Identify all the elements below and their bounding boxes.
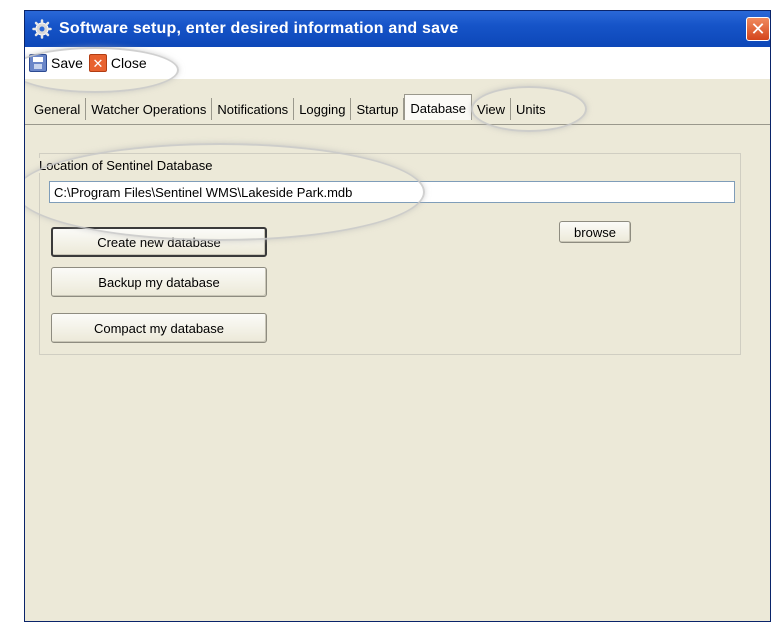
create-database-button[interactable]: Create new database xyxy=(51,227,267,257)
backup-database-button[interactable]: Backup my database xyxy=(51,267,267,297)
save-button[interactable]: Save xyxy=(29,54,83,72)
gear-icon xyxy=(31,18,53,40)
tab-watcher-operations[interactable]: Watcher Operations xyxy=(86,98,213,120)
tab-strip: General Watcher Operations Notifications… xyxy=(29,94,568,120)
tab-general[interactable]: General xyxy=(29,98,87,120)
tab-view[interactable]: View xyxy=(472,98,511,120)
tab-notifications[interactable]: Notifications xyxy=(212,98,295,120)
close-icon: ✕ xyxy=(88,54,107,72)
database-path-input[interactable] xyxy=(49,181,735,203)
tab-logging[interactable]: Logging xyxy=(294,98,352,120)
window-close-button[interactable]: ✕ xyxy=(746,17,770,41)
browse-button[interactable]: browse xyxy=(559,221,631,243)
toolbar: Save ✕ Close xyxy=(25,47,770,79)
group-label: Location of Sentinel Database xyxy=(37,158,215,173)
save-label: Save xyxy=(51,55,83,71)
tab-database[interactable]: Database xyxy=(404,94,473,120)
close-label: Close xyxy=(110,55,147,71)
close-button[interactable]: ✕ Close xyxy=(88,54,147,72)
compact-database-button[interactable]: Compact my database xyxy=(51,313,267,343)
tab-strip-divider xyxy=(25,124,770,125)
tab-units[interactable]: Units xyxy=(511,98,568,120)
setup-window: Software setup, enter desired informatio… xyxy=(24,10,771,622)
floppy-disk-icon xyxy=(29,54,47,72)
window-title: Software setup, enter desired informatio… xyxy=(59,20,459,37)
title-bar[interactable]: Software setup, enter desired informatio… xyxy=(25,11,770,47)
tab-startup[interactable]: Startup xyxy=(351,98,405,120)
